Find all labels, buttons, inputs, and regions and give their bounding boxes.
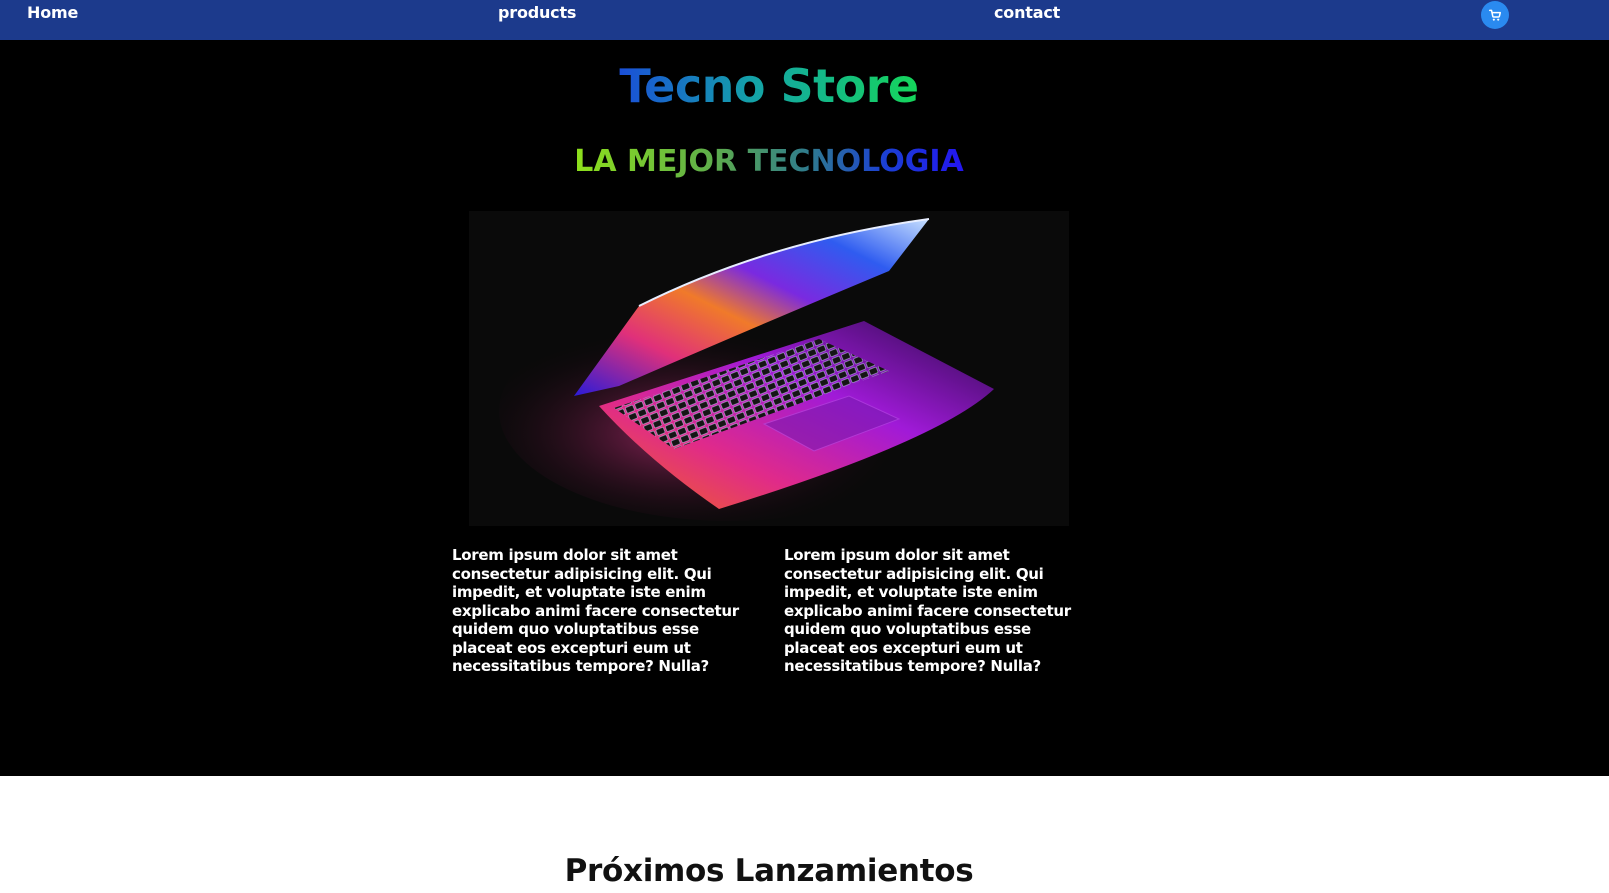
store-title-text: Tecno Store [619,59,919,113]
navbar: Home products contact [0,0,1609,40]
hero-paragraph-2: Lorem ipsum dolor sit amet consectetur a… [784,546,1071,675]
nav-home-link[interactable]: Home [27,3,78,22]
cart-icon [1488,9,1502,21]
hero-paragraph-1: Lorem ipsum dolor sit amet consectetur a… [452,546,739,675]
hero-subtitle-text: LA MEJOR TECNOLOGIA [574,144,964,179]
nav-products-link[interactable]: products [498,3,576,22]
cart-button[interactable] [1481,1,1509,29]
hero-section: Tecno Store LA MEJOR TECNOLOGIA Lorem ip… [0,40,1609,776]
laptop-illustration [499,218,994,521]
laptop-image [469,211,1069,526]
hero-subtitle: LA MEJOR TECNOLOGIA [0,144,1538,180]
store-title: Tecno Store [0,58,1538,114]
nav-contact-link[interactable]: contact [994,3,1060,22]
upcoming-releases-title: Próximos Lanzamientos [564,853,974,889]
